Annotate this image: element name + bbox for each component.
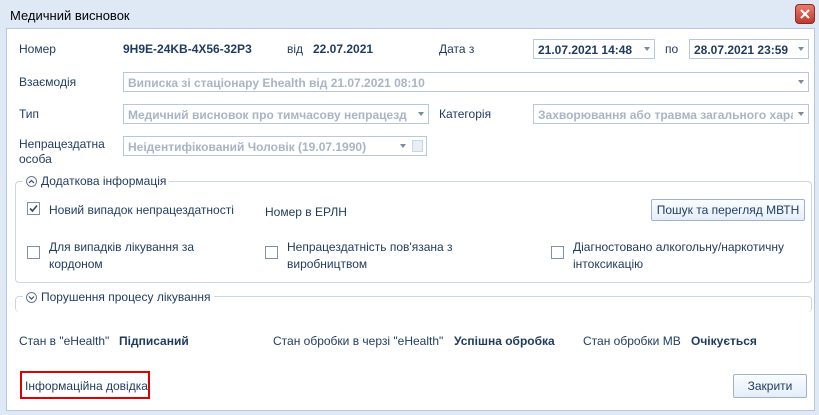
production-label-line1: Непрацездатність пов'язана з — [287, 240, 453, 254]
person-select[interactable]: Неідентифікований Чоловік (19.07.1990) — [123, 136, 427, 156]
check-icon — [29, 204, 38, 213]
date-to-picker[interactable]: 28.07.2021 23:59 — [689, 39, 809, 59]
production-checkbox[interactable] — [265, 246, 278, 259]
date-to-label: по — [665, 42, 679, 56]
ehealth-status-label: Стан в "eHealth" — [19, 334, 110, 348]
person-label-line1: Непрацездатна — [19, 137, 105, 151]
mv-status-value: Очікується — [691, 334, 757, 348]
person-label-line2: особа — [19, 152, 52, 166]
search-mvtn-button[interactable]: Пошук та перегляд МВТН — [651, 199, 805, 221]
category-value: Захворювання або травма загального хара — [538, 108, 793, 122]
window-title: Медичний висновок — [10, 8, 130, 23]
from-label: від — [287, 42, 304, 56]
date-to-value: 28.07.2021 23:59 — [694, 43, 789, 57]
chevron-down-icon — [798, 112, 804, 116]
queue-status-value: Успішна обробка — [454, 334, 555, 348]
erln-label: Номер в ЕРЛН — [265, 205, 347, 219]
alcohol-label-line1: Діагностовано алкогольну/наркотичну — [573, 240, 785, 254]
person-value: Неідентифікований Чоловік (19.07.1990) — [128, 140, 367, 154]
expand-icon — [26, 292, 37, 303]
title-bar: Медичний висновок — [0, 0, 819, 28]
ehealth-status-value: Підписаний — [119, 334, 189, 348]
new-case-checkbox[interactable] — [27, 202, 40, 215]
from-date-value: 22.07.2021 — [313, 42, 374, 56]
additional-info-group — [15, 181, 812, 283]
close-icon — [800, 9, 810, 19]
violation-header[interactable]: Порушення процесу лікування — [23, 290, 214, 304]
chevron-down-icon — [418, 112, 424, 116]
dialog-window: Медичний висновок Номер 9H9E-24KB-4X56-3… — [0, 0, 819, 415]
category-select[interactable]: Захворювання або травма загального хара — [533, 104, 809, 124]
chevron-down-icon — [400, 144, 406, 148]
chevron-down-icon — [644, 47, 650, 51]
alcohol-label-line2: інтоксикацію — [573, 257, 644, 271]
abroad-label-line1: Для випадків лікування за — [49, 240, 195, 254]
interaction-value: Виписка зі стаціонару Ehealth від 21.07.… — [128, 76, 425, 90]
mv-status-label: Стан обробки МВ — [583, 334, 681, 348]
new-case-label: Новий випадок непрацездатності — [49, 203, 234, 217]
alcohol-checkbox[interactable] — [551, 246, 564, 259]
collapse-icon — [26, 176, 37, 187]
number-value: 9H9E-24KB-4X56-32P3 — [123, 42, 252, 56]
search-mvtn-button-label: Пошук та перегляд МВТН — [656, 203, 800, 217]
close-window-button[interactable] — [795, 4, 815, 24]
abroad-checkbox[interactable] — [27, 246, 40, 259]
close-button[interactable]: Закрити — [733, 374, 807, 398]
date-from-picker[interactable]: 21.07.2021 14:48 — [533, 39, 655, 59]
chevron-down-icon — [798, 47, 804, 51]
lookup-icon[interactable] — [412, 140, 423, 152]
close-button-label: Закрити — [747, 379, 793, 393]
number-label: Номер — [19, 42, 56, 56]
interaction-select[interactable]: Виписка зі стаціонару Ehealth від 21.07.… — [123, 72, 809, 92]
info-reference-link[interactable]: Інформаційна довідка — [25, 379, 148, 393]
violation-title: Порушення процесу лікування — [41, 290, 211, 304]
additional-info-header[interactable]: Додаткова інформація — [23, 174, 170, 188]
queue-status-label: Стан обробки в черзі "eHealth" — [273, 334, 444, 348]
date-from-value: 21.07.2021 14:48 — [538, 43, 633, 57]
production-label-line2: виробництвом — [287, 257, 368, 271]
interaction-label: Взаємодія — [19, 75, 77, 89]
additional-info-title: Додаткова інформація — [41, 174, 167, 188]
chevron-down-icon — [798, 80, 804, 84]
type-label: Тип — [19, 107, 40, 121]
content-panel: Номер 9H9E-24KB-4X56-32P3 від 22.07.2021… — [6, 28, 815, 411]
category-label: Категорія — [439, 107, 492, 121]
type-value: Медичний висновок про тимчасову непрацез… — [128, 108, 407, 122]
type-select[interactable]: Медичний висновок про тимчасову непрацез… — [123, 104, 429, 124]
date-from-label: Дата з — [439, 42, 475, 56]
abroad-label-line2: кордоном — [49, 257, 103, 271]
